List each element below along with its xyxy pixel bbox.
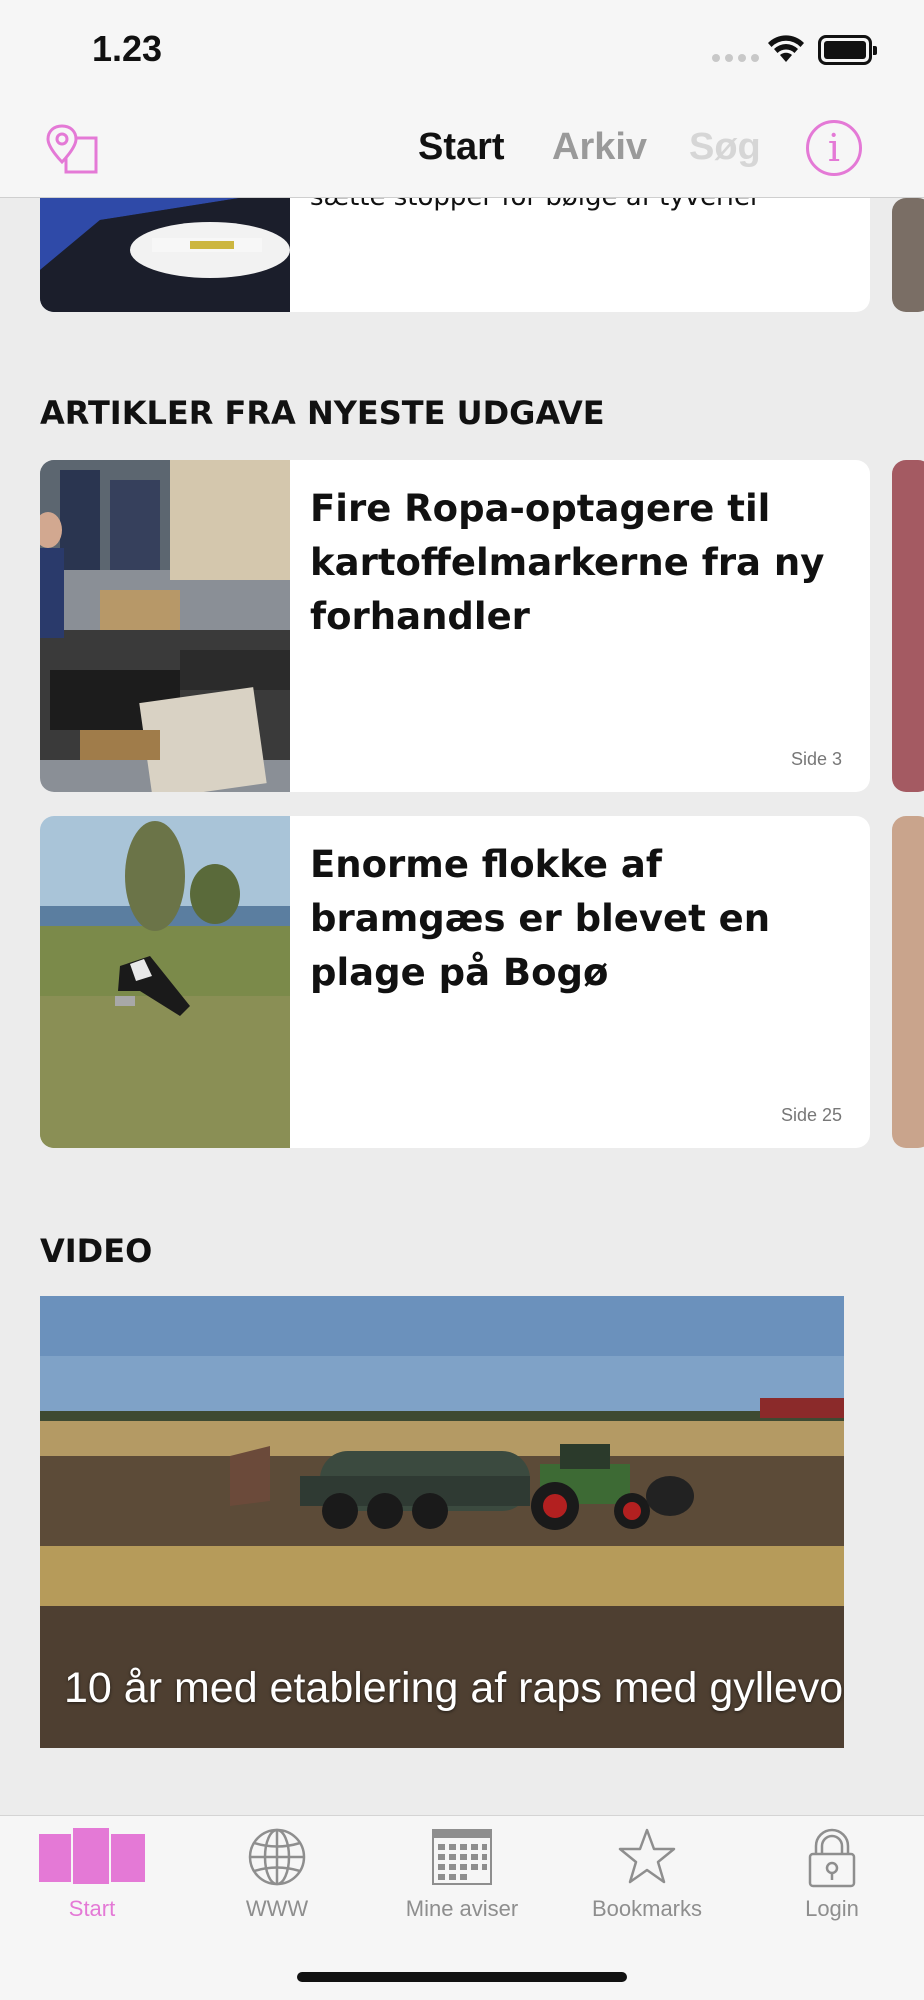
status-bar: 1.23 [0,0,924,100]
cellular-signal-icon [712,54,759,62]
tabbar-item-login[interactable]: Login [740,1816,924,1936]
info-icon[interactable]: i [806,120,862,176]
status-time: 1.23 [92,28,163,69]
article-page-number: Side 3 [790,749,842,769]
section-title-video: VIDEO [40,1232,153,1270]
battery-icon [818,35,877,65]
tab-search[interactable]: Søg [689,126,761,169]
top-nav-bar: Start Arkiv Søg i [0,100,924,198]
lock-icon [808,1828,856,1888]
carousel-next-peek[interactable] [892,460,924,792]
article-card[interactable]: Enorme flokke af bramgæs er blevet en pl… [40,816,870,1148]
article-title: Fire Ropa-optagere til kartoffelmarkerne… [310,487,825,638]
article-title: Enorme flokke af bramgæs er blevet en pl… [310,843,771,994]
tabbar-label: Mine aviser [405,1896,519,1921]
globe-icon [248,1828,306,1886]
tabbar-label: WWW [245,1896,309,1921]
feed[interactable]: Nyt våben med GPS-tyveri-tracker skal sæ… [0,0,924,1815]
video-caption: 10 år med etablering af raps med gyllevo… [64,1664,844,1712]
tab-start[interactable]: Start [418,126,505,169]
carousel-next-peek[interactable] [892,198,924,312]
star-icon [618,1828,676,1884]
tabbar-item-start[interactable]: Start [0,1816,184,1936]
pages-icon [39,1828,145,1884]
tabbar-item-www[interactable]: WWW [185,1816,369,1936]
section-title-articles: ARTIKLER FRA NYESTE UDGAVE [40,394,605,432]
video-tile[interactable]: 10 år med etablering af raps med gyllevo… [40,1296,844,1748]
tabbar-label: Bookmarks [591,1896,703,1921]
article-card[interactable]: Fire Ropa-optagere til kartoffelmarkerne… [40,460,870,792]
carousel-next-peek[interactable] [892,816,924,1148]
tabbar-label: Login [805,1896,859,1921]
tabbar-label: Start [68,1896,116,1921]
map-pages-icon[interactable] [46,124,102,174]
tab-arkiv[interactable]: Arkiv [552,126,647,169]
tabbar-item-bookmarks[interactable]: Bookmarks [555,1816,739,1936]
article-page-number: Side 25 [780,1105,842,1125]
wifi-icon [768,35,804,62]
home-indicator[interactable] [297,1972,627,1982]
tabbar-item-mine-aviser[interactable]: Mine aviser [370,1816,554,1936]
calendar-grid-icon [432,1829,492,1885]
article-thumbnail [40,460,290,792]
article-thumbnail [40,816,290,1148]
